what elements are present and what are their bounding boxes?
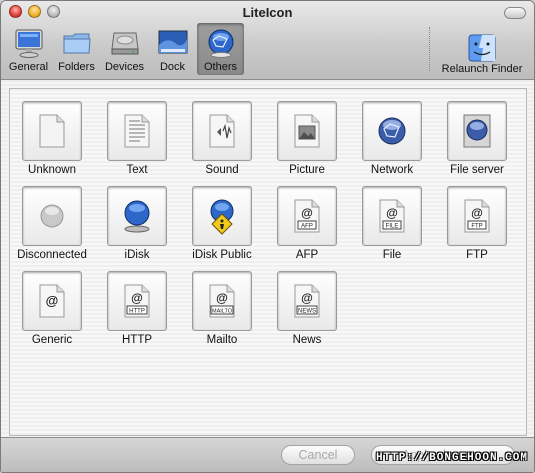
- svg-text:HTTP: HTTP: [129, 309, 145, 315]
- relaunch-finder-label: Relaunch Finder: [441, 63, 523, 75]
- svg-text:@: @: [131, 291, 143, 305]
- icon-well[interactable]: @ HTTP: [107, 271, 167, 331]
- icon-well[interactable]: [447, 101, 507, 161]
- icon-label: File server: [450, 164, 504, 176]
- toolbar-separator: [429, 27, 430, 71]
- icon-cell-idisk[interactable]: iDisk: [97, 186, 177, 271]
- idisk-globe-icon: [124, 200, 150, 233]
- network-globe-icon: [378, 117, 406, 145]
- icon-cell-network[interactable]: Network: [352, 101, 432, 186]
- cancel-button[interactable]: Cancel: [281, 445, 355, 465]
- afp-url-icon: @ AFP: [294, 199, 320, 233]
- icon-well[interactable]: [192, 101, 252, 161]
- icon-cell-afp[interactable]: @ AFP AFP: [267, 186, 347, 271]
- tab-general-label: General: [8, 61, 49, 73]
- idisk-public-icon: [210, 199, 234, 235]
- finder-icon: [468, 34, 496, 62]
- icon-label: FTP: [466, 249, 488, 261]
- hard-drive-icon: [110, 32, 139, 55]
- ftp-url-icon: @ FTP: [464, 199, 490, 233]
- text-document-icon: [124, 114, 150, 148]
- file-url-icon: @ FILE: [379, 199, 405, 233]
- tab-devices[interactable]: Devices: [101, 23, 148, 75]
- svg-text:@: @: [301, 206, 313, 220]
- icon-cell-http[interactable]: @ HTTP HTTP: [97, 271, 177, 356]
- content-area: Unknown Text Sound Picture Network File …: [1, 80, 534, 436]
- icon-well[interactable]: [362, 101, 422, 161]
- svg-text:AFP: AFP: [301, 224, 313, 230]
- tab-others[interactable]: Others: [197, 23, 244, 75]
- tab-general[interactable]: General: [5, 23, 52, 75]
- disconnected-globe-icon: [40, 204, 64, 228]
- icon-cell-mailto[interactable]: @ MAILTO Mailto: [182, 271, 262, 356]
- svg-text:@: @: [471, 206, 483, 220]
- icon-well[interactable]: [192, 186, 252, 246]
- icon-well[interactable]: @ AFP: [277, 186, 337, 246]
- svg-text:@: @: [216, 291, 228, 305]
- icon-well[interactable]: @: [22, 271, 82, 331]
- icon-well[interactable]: [107, 101, 167, 161]
- icon-cell-file[interactable]: @ FILE File: [352, 186, 432, 271]
- icon-cell-news[interactable]: @ NEWS News: [267, 271, 347, 356]
- svg-text:FILE: FILE: [386, 224, 399, 230]
- icon-cell-text[interactable]: Text: [97, 101, 177, 186]
- icon-cell-generic[interactable]: @ Generic: [12, 271, 92, 356]
- tab-devices-label: Devices: [104, 61, 145, 73]
- icon-well[interactable]: @ NEWS: [277, 271, 337, 331]
- picture-document-icon: [294, 114, 320, 148]
- tab-folders-label: Folders: [58, 61, 95, 73]
- icon-cell-idisk-public[interactable]: iDisk Public: [182, 186, 262, 271]
- svg-text:MAILTO: MAILTO: [212, 309, 233, 315]
- relaunch-finder-button[interactable]: Relaunch Finder: [438, 25, 526, 75]
- dock-icon: [158, 30, 187, 54]
- icon-cell-picture[interactable]: Picture: [267, 101, 347, 186]
- preference-toolbar: General Folders Devices Dock Others: [5, 23, 245, 75]
- tab-dock[interactable]: Dock: [149, 23, 196, 75]
- icon-well[interactable]: @ MAILTO: [192, 271, 252, 331]
- news-url-icon: @ NEWS: [294, 284, 320, 318]
- icon-cell-file-server[interactable]: File server: [437, 101, 517, 186]
- icon-label: News: [292, 334, 322, 346]
- svg-text:NEWS: NEWS: [298, 309, 316, 315]
- icon-well[interactable]: [22, 101, 82, 161]
- blank-document-icon: [39, 114, 65, 148]
- icon-cell-disconnected[interactable]: Disconnected: [12, 186, 92, 271]
- tab-dock-label: Dock: [159, 61, 186, 73]
- watermark-text: HTTP://BONGEHOON.COM: [375, 452, 528, 464]
- window-title: LiteIcon: [242, 5, 293, 20]
- icon-cell-sound[interactable]: Sound: [182, 101, 262, 186]
- icon-cell-ftp[interactable]: @ FTP FTP: [437, 186, 517, 271]
- icon-well[interactable]: @ FILE: [362, 186, 422, 246]
- tab-folders[interactable]: Folders: [53, 23, 100, 75]
- icon-cell-unknown[interactable]: Unknown: [12, 101, 92, 186]
- network-globe-icon: [208, 29, 233, 58]
- monitor-icon: [15, 29, 42, 58]
- title-bar: LiteIcon General Folders Devices Dock Ot…: [1, 1, 534, 80]
- icon-well[interactable]: [22, 186, 82, 246]
- icon-well[interactable]: [277, 101, 337, 161]
- icon-well[interactable]: [107, 186, 167, 246]
- litelcon-window: LiteIcon General Folders Devices Dock Ot…: [0, 0, 535, 473]
- svg-text:@: @: [301, 291, 313, 305]
- icon-grid-panel: Unknown Text Sound Picture Network File …: [9, 88, 527, 436]
- folder-icon: [63, 33, 91, 54]
- svg-text:FTP: FTP: [471, 224, 482, 230]
- mailto-url-icon: @ MAILTO: [209, 284, 235, 318]
- file-server-icon: [463, 114, 491, 148]
- footer-bar: Cancel Apply changes HTTP://BONGEHOON.CO…: [1, 437, 534, 472]
- sound-document-icon: [209, 114, 235, 148]
- svg-text:@: @: [386, 206, 398, 220]
- http-url-icon: @ HTTP: [124, 284, 150, 318]
- icon-well[interactable]: @ FTP: [447, 186, 507, 246]
- toolbar-toggle-button[interactable]: [504, 7, 526, 19]
- tab-others-label: Others: [203, 61, 237, 73]
- generic-url-icon: @: [39, 284, 65, 318]
- svg-text:@: @: [46, 293, 59, 308]
